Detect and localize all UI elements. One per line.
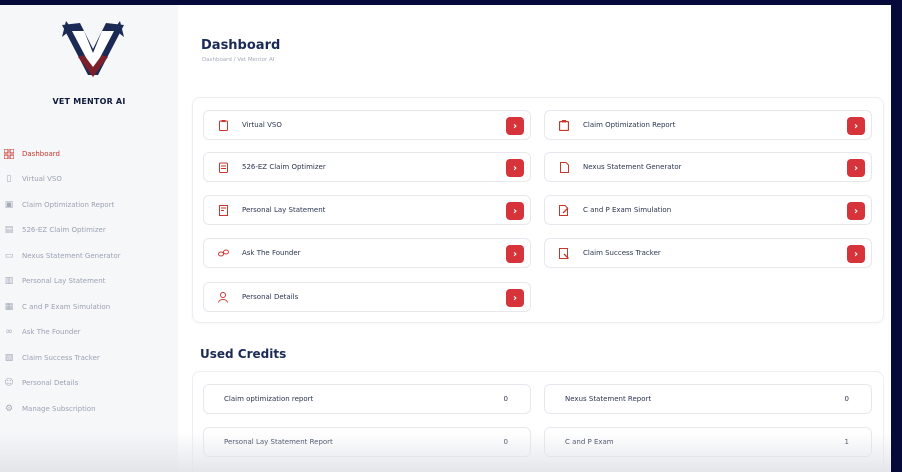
credit-value: 0 [844,395,849,403]
open-arrow-button[interactable]: › [506,117,524,135]
menu-card-label: 526-EZ Claim Optimizer [242,163,326,171]
menu-card-personal-details[interactable]: Personal Details › [203,282,531,312]
sidebar-nav: Dashboard ▯ Virtual VSO ▣ Claim Optimiza… [0,141,178,422]
credit-label: C and P Exam [565,438,614,446]
menu-card-label: Personal Lay Statement [242,206,326,214]
sidebar-item-label: Dashboard [22,149,60,158]
feature-menu-panel: Virtual VSO › Claim Optimization Report … [192,97,884,323]
menu-card-nexus-statement-generator[interactable]: Nexus Statement Generator › [544,152,872,182]
sidebar-item-ask-the-founder[interactable]: ∞ Ask The Founder [0,320,178,346]
credit-item: Claim optimization report 0 [203,384,531,414]
open-arrow-button[interactable]: › [847,117,865,135]
menu-card-label: Nexus Statement Generator [583,163,682,171]
report-icon [557,118,571,132]
credit-value: 0 [503,438,508,446]
sidebar-item-526ez-claim-optimizer[interactable]: ▤ 526-EZ Claim Optimizer [0,218,178,244]
credit-item: Personal Lay Statement Report 0 [203,427,531,457]
main-content: Dashboard Dashboard / Vet Mentor AI Virt… [178,5,891,472]
sidebar-item-label: Personal Lay Statement [22,277,106,286]
menu-card-label: Personal Details [242,293,299,301]
sidebar-item-label: Claim Success Tracker [22,353,100,362]
sidebar-item-personal-lay-statement[interactable]: ▥ Personal Lay Statement [0,269,178,295]
credit-value: 0 [503,395,508,403]
menu-card-ask-the-founder[interactable]: Ask The Founder › [203,238,531,268]
open-arrow-button[interactable]: › [506,245,524,263]
report-icon: ▣ [4,199,14,210]
brand-logo[interactable] [58,19,128,89]
menu-card-label: C and P Exam Simulation [583,206,672,214]
menu-card-virtual-vso[interactable]: Virtual VSO › [203,110,531,140]
clipboard-icon [216,118,230,132]
sidebar-item-claim-success-tracker[interactable]: ▧ Claim Success Tracker [0,345,178,371]
menu-card-claim-optimization-report[interactable]: Claim Optimization Report › [544,110,872,140]
used-credits-heading: Used Credits [200,347,287,361]
sidebar-item-label: Virtual VSO [22,175,62,184]
link-icon [216,246,230,260]
menu-card-claim-success-tracker[interactable]: Claim Success Tracker › [544,238,872,268]
menu-card-526ez-claim-optimizer[interactable]: 526-EZ Claim Optimizer › [203,152,531,182]
exam-icon: ▦ [4,301,14,312]
file-icon [557,160,571,174]
sidebar-item-personal-details[interactable]: ☺ Personal Details [0,371,178,397]
menu-card-label: Virtual VSO [242,121,282,129]
sidebar-item-virtual-vso[interactable]: ▯ Virtual VSO [0,167,178,193]
breadcrumb: Dashboard / Vet Mentor AI [202,57,275,63]
tracker-icon [557,246,571,260]
credit-value: 1 [844,438,849,446]
menu-card-label: Claim Optimization Report [583,121,676,129]
used-credits-panel: Claim optimization report 0 Nexus Statem… [192,371,884,472]
open-arrow-button[interactable]: › [506,159,524,177]
menu-card-label: Claim Success Tracker [583,249,661,257]
menu-card-personal-lay-statement[interactable]: Personal Lay Statement › [203,195,531,225]
sidebar: VET MENTOR AI Dashboard ▯ Virtual VSO ▣ … [0,5,178,472]
sidebar-item-label: Claim Optimization Report [22,200,115,209]
sidebar-item-label: Personal Details [22,379,79,388]
document-icon [216,160,230,174]
menu-card-c-and-p-exam-simulation[interactable]: C and P Exam Simulation › [544,195,872,225]
user-icon: ☺ [4,378,14,389]
sidebar-item-manage-subscription[interactable]: ⚙ Manage Subscription [0,396,178,422]
sidebar-item-label: Manage Subscription [22,404,96,413]
file-icon: ▭ [4,250,14,261]
sidebar-item-nexus-statement-generator[interactable]: ▭ Nexus Statement Generator [0,243,178,269]
credit-label: Personal Lay Statement Report [224,438,333,446]
open-arrow-button[interactable]: › [847,245,865,263]
document-icon: ▤ [4,225,14,236]
sidebar-item-label: 526-EZ Claim Optimizer [22,226,106,235]
brand-name: VET MENTOR AI [52,97,126,106]
statement-icon [216,203,230,217]
sidebar-item-label: Ask The Founder [22,328,81,337]
page-title: Dashboard [201,38,281,53]
link-icon: ∞ [5,327,13,338]
credit-item: Nexus Statement Report 0 [544,384,872,414]
clipboard-icon: ▯ [6,174,12,185]
tracker-icon: ▧ [4,352,14,363]
credit-item: C and P Exam 1 [544,427,872,457]
sidebar-item-c-and-p-exam-simulation[interactable]: ▦ C and P Exam Simulation [0,294,178,320]
credit-label: Claim optimization report [224,395,314,403]
settings-icon: ⚙ [4,403,14,414]
app-window: VET MENTOR AI Dashboard ▯ Virtual VSO ▣ … [0,5,891,472]
sidebar-item-claim-optimization-report[interactable]: ▣ Claim Optimization Report [0,192,178,218]
sidebar-item-dashboard[interactable]: Dashboard [0,141,178,167]
sidebar-item-label: Nexus Statement Generator [22,251,121,260]
grid-icon [2,147,16,161]
exam-icon [557,203,571,217]
open-arrow-button[interactable]: › [847,202,865,220]
open-arrow-button[interactable]: › [506,202,524,220]
menu-card-label: Ask The Founder [242,249,301,257]
statement-icon: ▥ [4,276,14,287]
user-icon [216,290,230,304]
sidebar-item-label: C and P Exam Simulation [22,302,111,311]
credit-label: Nexus Statement Report [565,395,652,403]
open-arrow-button[interactable]: › [847,159,865,177]
open-arrow-button[interactable]: › [506,289,524,307]
